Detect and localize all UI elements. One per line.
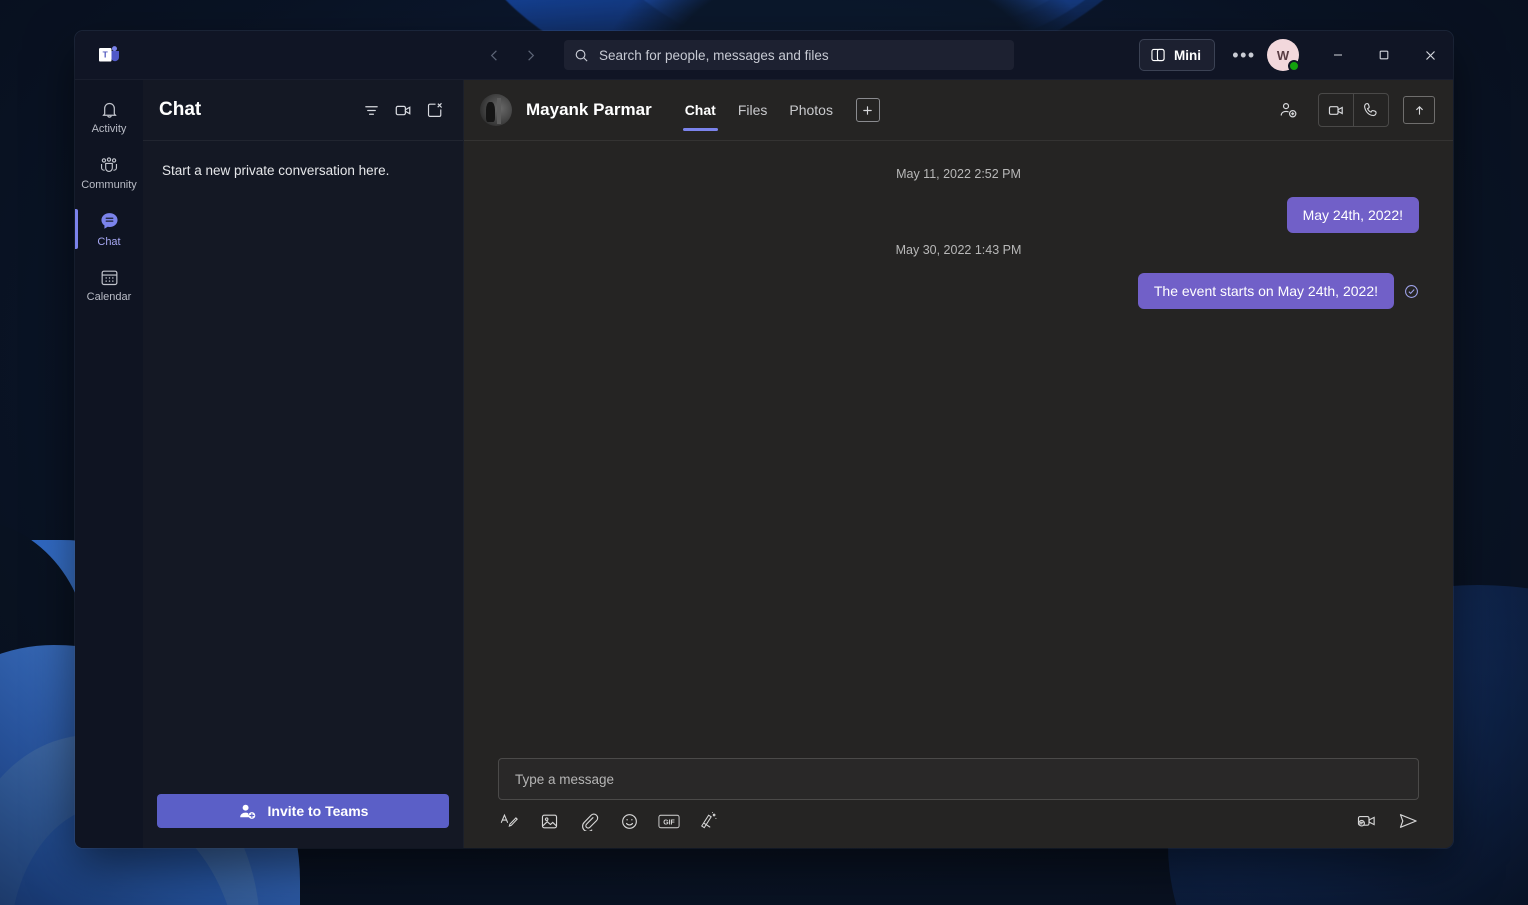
video-call-icon[interactable] xyxy=(1319,94,1353,126)
window-body: Activity Community Chat Calendar Chat St… xyxy=(75,80,1453,848)
invite-to-teams-button[interactable]: Invite to Teams xyxy=(157,794,449,828)
attach-file-icon[interactable] xyxy=(578,810,600,832)
calendar-icon xyxy=(99,267,120,288)
tab-label: Photos xyxy=(789,102,833,118)
filter-icon[interactable] xyxy=(355,94,387,126)
close-button[interactable] xyxy=(1407,31,1453,79)
search-placeholder: Search for people, messages and files xyxy=(599,47,829,63)
sidebar-item-label: Calendar xyxy=(86,291,132,303)
chat-list-panel: Chat Start a new private conversation he… xyxy=(143,80,464,848)
svg-text:GIF: GIF xyxy=(663,819,675,826)
sidebar-item-activity[interactable]: Activity xyxy=(75,89,143,145)
sidebar-item-chat[interactable]: Chat xyxy=(75,201,143,257)
message-timestamp: May 30, 2022 1:43 PM xyxy=(895,243,1022,257)
search-input[interactable]: Search for people, messages and files xyxy=(564,40,1014,70)
chat-list-header: Chat xyxy=(143,80,463,141)
mini-button-label: Mini xyxy=(1174,47,1201,63)
title-bar: T Search for people, messages and files … xyxy=(75,31,1453,80)
tab-label: Files xyxy=(737,102,768,118)
message-composer: Type a message GIF xyxy=(464,758,1453,848)
composer-actions: GIF xyxy=(498,810,1419,832)
presence-available-icon xyxy=(1288,60,1300,72)
sidebar-item-label: Activity xyxy=(91,123,127,135)
more-options-button[interactable]: ••• xyxy=(1227,38,1261,72)
conversation-header-actions xyxy=(1272,93,1435,127)
teams-logo-icon: T xyxy=(98,44,120,66)
audio-call-icon[interactable] xyxy=(1353,94,1388,126)
ellipsis-icon: ••• xyxy=(1232,44,1256,65)
call-button-group xyxy=(1318,93,1389,127)
back-button[interactable] xyxy=(479,40,509,70)
mini-button[interactable]: Mini xyxy=(1139,39,1215,71)
search-icon xyxy=(574,48,589,63)
message-bubble[interactable]: The event starts on May 24th, 2022! xyxy=(1137,273,1394,309)
pop-out-icon[interactable] xyxy=(1403,96,1435,124)
message-input-placeholder: Type a message xyxy=(515,771,615,787)
send-icon[interactable] xyxy=(1397,810,1419,832)
community-people-icon xyxy=(98,155,120,176)
emoji-icon[interactable] xyxy=(618,810,640,832)
tab-files[interactable]: Files xyxy=(727,80,779,140)
add-tab-icon[interactable] xyxy=(855,98,880,122)
titlebar-right-controls: Mini ••• W xyxy=(1139,31,1453,79)
maximize-button[interactable] xyxy=(1361,31,1407,79)
video-call-icon[interactable] xyxy=(387,94,419,126)
contact-photo-avatar xyxy=(480,94,512,126)
app-logo: T xyxy=(75,44,143,66)
contact-name: Mayank Parmar xyxy=(526,100,652,119)
message-bubble[interactable]: May 24th, 2022! xyxy=(1286,197,1419,233)
person-add-icon xyxy=(238,802,257,821)
message-timestamp: May 11, 2022 2:52 PM xyxy=(896,167,1021,181)
sidebar-item-label: Community xyxy=(81,179,137,191)
avatar[interactable]: W xyxy=(1267,39,1300,72)
forward-button[interactable] xyxy=(515,40,545,70)
check-circle-icon xyxy=(1404,284,1419,299)
image-icon[interactable] xyxy=(538,810,560,832)
conversation-tabs: Chat Files Photos xyxy=(674,80,880,140)
conversation-panel: Mayank Parmar Chat Files Photos May 11, … xyxy=(464,80,1453,848)
svg-text:T: T xyxy=(103,50,109,60)
bell-icon xyxy=(99,99,120,120)
desktop-background: T Search for people, messages and files … xyxy=(0,0,1528,905)
tab-label: Chat xyxy=(684,102,716,118)
mini-window-icon xyxy=(1150,47,1166,63)
composer-right-actions xyxy=(1355,810,1419,832)
message-list: May 11, 2022 2:52 PM May 24th, 2022! May… xyxy=(464,141,1453,758)
compose-new-chat-icon[interactable] xyxy=(419,94,451,126)
sidebar-item-community[interactable]: Community xyxy=(75,145,143,201)
navigation-arrows xyxy=(479,40,545,70)
page-title: Chat xyxy=(159,99,202,120)
message-input[interactable]: Type a message xyxy=(498,758,1419,800)
conversation-header: Mayank Parmar Chat Files Photos xyxy=(464,80,1453,141)
minimize-button[interactable] xyxy=(1315,31,1361,79)
invite-to-teams-label: Invite to Teams xyxy=(267,803,369,819)
sidebar-item-label: Chat xyxy=(97,236,121,248)
chat-bubble-icon xyxy=(98,210,121,233)
message-row: May 24th, 2022! xyxy=(498,197,1419,233)
empty-state-hint: Start a new private conversation here. xyxy=(162,163,390,178)
sticker-icon[interactable] xyxy=(698,810,720,832)
teams-window: T Search for people, messages and files … xyxy=(75,31,1453,848)
tab-photos[interactable]: Photos xyxy=(778,80,844,140)
add-people-icon[interactable] xyxy=(1272,94,1304,126)
message-group: May 11, 2022 2:52 PM May 24th, 2022! xyxy=(498,167,1419,233)
message-group: May 30, 2022 1:43 PM The event starts on… xyxy=(498,243,1419,309)
format-text-icon[interactable] xyxy=(498,810,520,832)
search-container: Search for people, messages and files xyxy=(564,40,1014,70)
tab-chat[interactable]: Chat xyxy=(674,80,727,140)
video-message-icon[interactable] xyxy=(1355,810,1377,832)
sidebar-item-calendar[interactable]: Calendar xyxy=(75,257,143,313)
chat-list-body: Start a new private conversation here. xyxy=(143,141,463,794)
message-row: The event starts on May 24th, 2022! xyxy=(498,273,1419,309)
gif-icon[interactable]: GIF xyxy=(658,810,680,832)
chat-list-footer: Invite to Teams xyxy=(143,794,463,848)
app-rail: Activity Community Chat Calendar xyxy=(75,80,143,848)
